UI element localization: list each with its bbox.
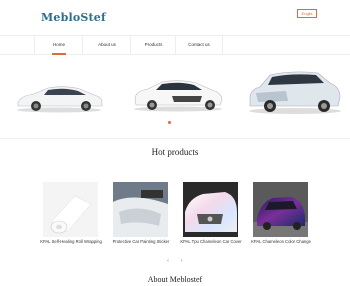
nav-item-products[interactable]: Products <box>130 36 176 54</box>
prev-arrow-icon[interactable]: ‹ <box>167 258 169 264</box>
carousel-controls: ‹ › <box>162 258 188 264</box>
product-card[interactable]: KPAL Tpu Chameleon Car Cover <box>180 182 242 244</box>
car-image-sedan-1 <box>17 86 103 113</box>
hero-carousel[interactable] <box>0 63 350 127</box>
product-name[interactable]: Protective Car Painting Sticker <box>107 239 175 244</box>
about-section-title: About Meblostef <box>147 275 203 284</box>
main-nav: Home About us Products Contact us <box>0 35 350 55</box>
product-card[interactable]: Protective Car Painting Sticker <box>113 182 169 244</box>
product-image[interactable] <box>113 182 168 237</box>
nav-item-home[interactable]: Home <box>34 36 83 55</box>
product-card[interactable]: KPAL Self-Healing Roll Wrapping <box>40 182 102 244</box>
product-card[interactable]: KPAL Chameleon Color Change <box>251 182 311 244</box>
product-image[interactable] <box>43 182 98 237</box>
product-name[interactable]: KPAL Self-Healing Roll Wrapping <box>37 239 105 244</box>
product-image[interactable] <box>253 182 308 237</box>
nav-item-about[interactable]: About us <box>82 36 131 54</box>
next-arrow-icon[interactable]: › <box>181 258 183 264</box>
carousel-dot-active[interactable] <box>168 121 171 124</box>
car-image-sedan-2 <box>134 80 223 112</box>
site-logo[interactable]: MebloStef <box>41 11 106 24</box>
language-button[interactable]: Englis <box>297 9 317 18</box>
product-name[interactable]: KPAL Chameleon Color Change <box>247 239 315 244</box>
nav-item-contact[interactable]: Contact us <box>175 36 223 54</box>
section-divider <box>0 138 350 139</box>
product-image[interactable] <box>183 182 238 237</box>
hot-products-title: Hot products <box>151 147 199 157</box>
product-name[interactable]: KPAL Tpu Chameleon Car Cover <box>177 239 245 244</box>
car-image-suv <box>249 71 341 114</box>
